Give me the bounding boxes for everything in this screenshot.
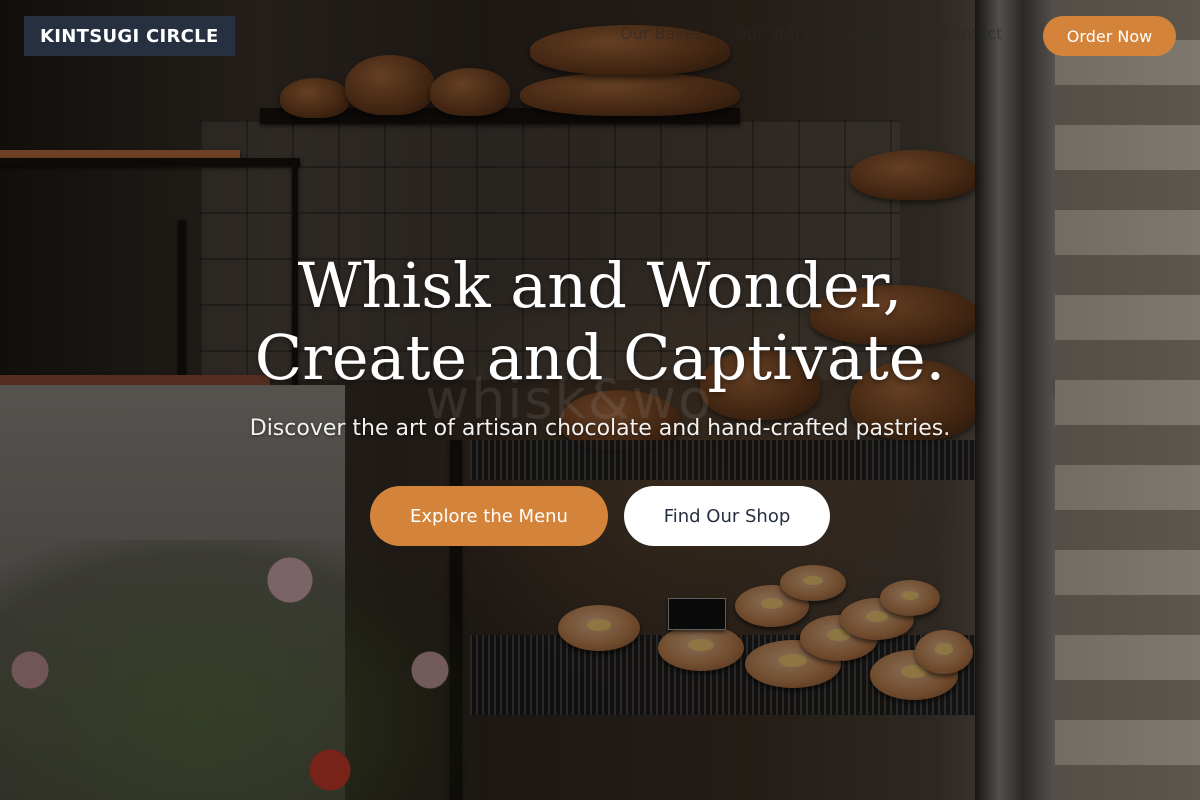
explore-menu-button[interactable]: Explore the Menu <box>370 486 608 546</box>
nav-link-reviews[interactable]: Reviews <box>843 24 908 43</box>
cta-row: Explore the Menu Find Our Shop <box>0 486 1200 546</box>
find-shop-button[interactable]: Find Our Shop <box>624 486 830 546</box>
headline-line-2: Create and Captivate. <box>254 321 946 394</box>
nav-link-our-bakes[interactable]: Our Bakes <box>620 24 702 43</box>
nav-link-our-story[interactable]: Our Story <box>734 24 811 43</box>
main-nav: Our Bakes Our Story Reviews Contact <box>620 24 1002 43</box>
headline-line-1: Whisk and Wonder, <box>297 249 903 322</box>
hero-headline: Whisk and Wonder, Create and Captivate. <box>0 250 1200 394</box>
order-now-button[interactable]: Order Now <box>1043 16 1176 56</box>
hero-section: Whisk and Wonder, Create and Captivate. … <box>0 250 1200 546</box>
hero-subheadline: Discover the art of artisan chocolate an… <box>249 416 951 441</box>
nav-link-contact[interactable]: Contact <box>940 24 1002 43</box>
brand-logo[interactable]: KINTSUGI CIRCLE <box>24 16 235 56</box>
